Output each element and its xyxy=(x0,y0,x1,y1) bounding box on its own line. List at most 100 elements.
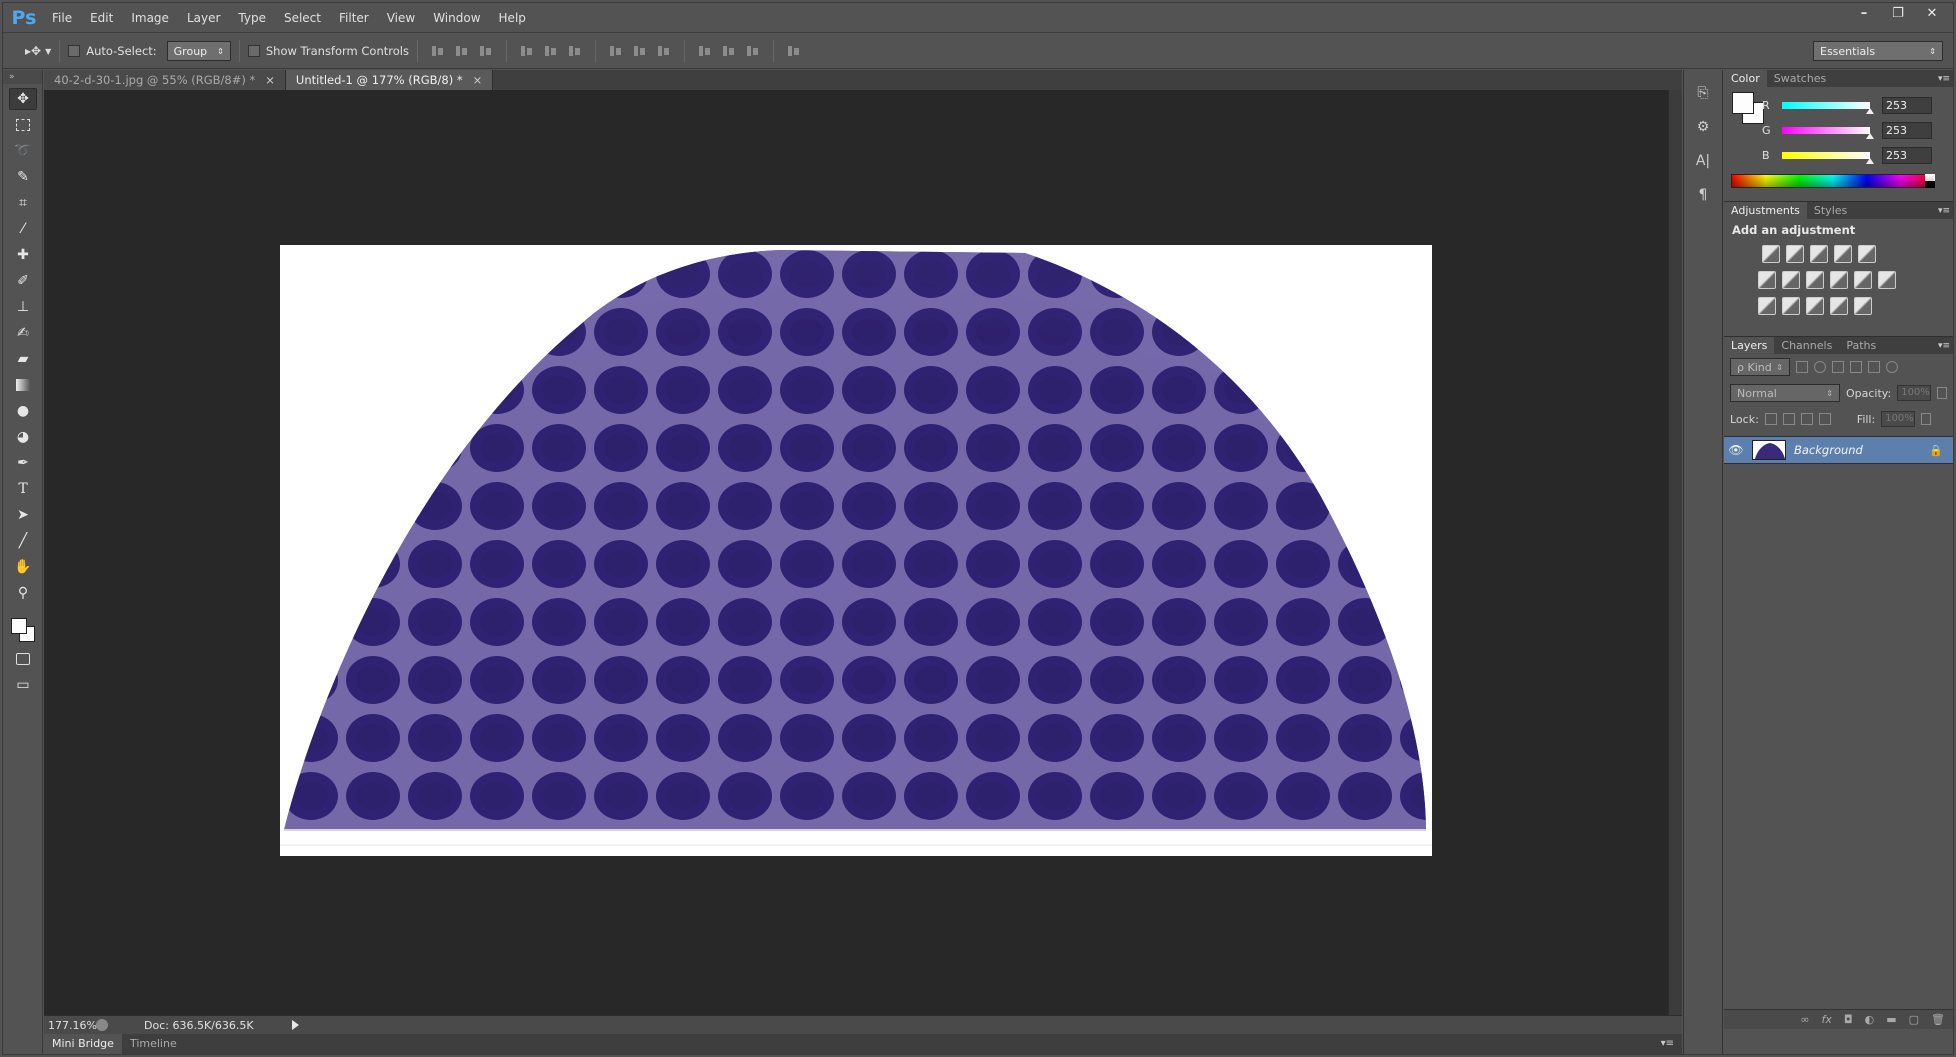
black-white-icon[interactable] xyxy=(1806,271,1824,289)
tab-document-1[interactable]: 40-2-d-30-1.jpg @ 55% (RGB/8#) * × xyxy=(44,70,286,90)
menu-filter[interactable]: Filter xyxy=(330,3,378,33)
distribute-top-icon[interactable] xyxy=(607,43,625,59)
screen-mode-icon[interactable]: ▭ xyxy=(9,674,37,696)
panel-menu-icon[interactable]: ▾≡ xyxy=(1938,341,1950,351)
green-slider[interactable] xyxy=(1782,126,1874,139)
gradient-tool-icon[interactable] xyxy=(9,374,37,396)
menu-select[interactable]: Select xyxy=(275,3,330,33)
healing-brush-tool-icon[interactable]: ✚ xyxy=(9,244,37,266)
tab-layers[interactable]: Layers xyxy=(1724,337,1775,354)
distribute-right-icon[interactable] xyxy=(744,43,762,59)
blue-value-input[interactable]: 253 xyxy=(1882,146,1932,164)
menu-window[interactable]: Window xyxy=(424,3,489,33)
align-vcenter-icon[interactable] xyxy=(453,43,471,59)
align-bottom-icon[interactable] xyxy=(477,43,495,59)
new-adjustment-layer-icon[interactable]: ◐ xyxy=(1865,1013,1875,1026)
minimize-button[interactable]: – xyxy=(1849,6,1879,22)
tab-mini-bridge[interactable]: Mini Bridge xyxy=(44,1034,122,1054)
blue-slider[interactable] xyxy=(1782,151,1874,164)
align-left-icon[interactable] xyxy=(518,43,536,59)
tool-preset-picker[interactable]: ▸✥ ▼ xyxy=(25,44,51,58)
slider-thumb[interactable] xyxy=(1866,132,1874,139)
gradient-map-icon[interactable] xyxy=(1854,297,1872,315)
levels-icon[interactable] xyxy=(1786,245,1804,263)
auto-align-icon[interactable] xyxy=(785,43,803,59)
brush-tool-icon[interactable]: ✐ xyxy=(9,270,37,292)
marquee-tool-icon[interactable] xyxy=(9,114,37,136)
crop-tool-icon[interactable]: ⌗ xyxy=(9,192,37,214)
close-button[interactable]: ✕ xyxy=(1917,6,1947,22)
blur-tool-icon[interactable]: ● xyxy=(9,400,37,422)
menu-layer[interactable]: Layer xyxy=(178,3,229,33)
panel-menu-icon[interactable]: ▾≡ xyxy=(1661,1038,1674,1049)
channel-mixer-icon[interactable] xyxy=(1854,271,1872,289)
selective-color-icon[interactable] xyxy=(1830,297,1848,315)
menu-edit[interactable]: Edit xyxy=(81,3,122,33)
layer-style-icon[interactable]: fx xyxy=(1822,1013,1832,1026)
workspace-dropdown[interactable]: Essentials ⇕ xyxy=(1813,41,1943,61)
slider-thumb[interactable] xyxy=(1866,107,1874,114)
tab-paths[interactable]: Paths xyxy=(1839,337,1883,354)
restore-button[interactable]: ❐ xyxy=(1883,6,1913,22)
vibrance-icon[interactable] xyxy=(1858,245,1876,263)
layer-name[interactable]: Background xyxy=(1794,443,1863,457)
blend-mode-dropdown[interactable]: Normal ⇕ xyxy=(1730,384,1840,402)
menu-help[interactable]: Help xyxy=(490,3,535,33)
invert-icon[interactable] xyxy=(1758,297,1776,315)
paragraph-panel-icon[interactable]: ¶ xyxy=(1691,184,1715,206)
move-tool-icon[interactable]: ✥ xyxy=(9,88,37,110)
panel-menu-icon[interactable]: ▾≡ xyxy=(1938,206,1950,216)
eye-icon[interactable]: 👁 xyxy=(1724,443,1748,457)
dodge-tool-icon[interactable]: ◕ xyxy=(9,426,37,448)
path-selection-tool-icon[interactable]: ➤ xyxy=(9,504,37,526)
new-group-icon[interactable]: ▬ xyxy=(1886,1013,1896,1026)
add-mask-icon[interactable]: ◘ xyxy=(1844,1013,1853,1026)
tab-swatches[interactable]: Swatches xyxy=(1767,70,1834,87)
properties-panel-icon[interactable]: ⚙ xyxy=(1691,116,1715,138)
distribute-left-icon[interactable] xyxy=(696,43,714,59)
posterize-icon[interactable] xyxy=(1782,297,1800,315)
layer-row-background[interactable]: 👁 Background 🔒 xyxy=(1724,436,1953,464)
align-top-icon[interactable] xyxy=(429,43,447,59)
type-filter-icon[interactable] xyxy=(1832,361,1844,373)
tab-color[interactable]: Color xyxy=(1724,70,1767,87)
fill-input[interactable]: 100% xyxy=(1881,411,1916,427)
vertical-scrollbar[interactable] xyxy=(1668,90,1682,1015)
clone-stamp-tool-icon[interactable]: ⊥ xyxy=(9,296,37,318)
lock-image-icon[interactable] xyxy=(1782,413,1795,425)
pen-tool-icon[interactable]: ✒ xyxy=(9,452,37,474)
history-brush-tool-icon[interactable]: ✍ xyxy=(9,322,37,344)
adjustment-filter-icon[interactable] xyxy=(1814,361,1826,373)
zoom-tool-icon[interactable]: ⚲ xyxy=(9,582,37,604)
color-spectrum-bar[interactable] xyxy=(1731,174,1935,188)
menu-image[interactable]: Image xyxy=(122,3,178,33)
menu-type[interactable]: Type xyxy=(229,3,275,33)
show-transform-checkbox[interactable] xyxy=(247,45,260,57)
color-swatches[interactable] xyxy=(7,610,39,644)
kind-filter-dropdown[interactable]: ρ Kind ⇕ xyxy=(1730,358,1790,376)
tab-styles[interactable]: Styles xyxy=(1807,202,1854,219)
green-value-input[interactable]: 253 xyxy=(1882,121,1932,139)
auto-select-dropdown[interactable]: Group ⇕ xyxy=(166,41,231,61)
brightness-contrast-icon[interactable] xyxy=(1762,245,1780,263)
quick-mask-icon[interactable] xyxy=(9,648,37,670)
foreground-color-swatch[interactable] xyxy=(1732,92,1754,114)
chevron-down-icon[interactable] xyxy=(1937,387,1948,399)
status-menu-arrow-icon[interactable] xyxy=(292,1020,299,1030)
shape-filter-icon[interactable] xyxy=(1850,361,1862,373)
delete-layer-icon[interactable]: 🗑 xyxy=(1931,1013,1945,1026)
tab-adjustments[interactable]: Adjustments xyxy=(1724,202,1807,219)
tab-document-2[interactable]: Untitled-1 @ 177% (RGB/8) * × xyxy=(285,70,494,90)
history-panel-icon[interactable]: ⎘ xyxy=(1691,82,1715,104)
panel-menu-icon[interactable]: ▾≡ xyxy=(1938,74,1950,84)
link-layers-icon[interactable]: ∞ xyxy=(1800,1013,1809,1026)
menu-view[interactable]: View xyxy=(378,3,424,33)
distribute-hcenter-icon[interactable] xyxy=(720,43,738,59)
lock-position-icon[interactable] xyxy=(1800,413,1813,425)
smart-object-filter-icon[interactable] xyxy=(1868,361,1880,373)
foreground-color-swatch[interactable] xyxy=(11,618,27,634)
curves-icon[interactable] xyxy=(1810,245,1828,263)
canvas-area[interactable] xyxy=(44,90,1668,1015)
color-balance-icon[interactable] xyxy=(1782,271,1800,289)
red-value-input[interactable]: 253 xyxy=(1882,96,1932,114)
